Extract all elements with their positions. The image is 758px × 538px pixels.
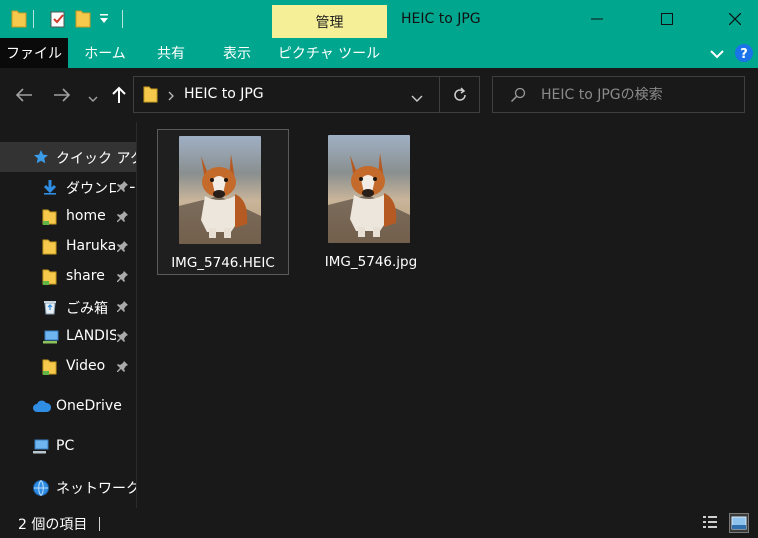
nav-pc-label: PC	[56, 438, 75, 454]
svg-text:?: ?	[740, 47, 748, 62]
file-item-jpg[interactable]: IMG_5746.jpg	[306, 129, 438, 275]
minimize-button[interactable]	[574, 0, 620, 38]
tab-picture-tools[interactable]: ピクチャ ツール	[277, 38, 381, 68]
status-bar: 2 個の項目	[0, 508, 758, 538]
manage-contextual-tab[interactable]: 管理	[272, 5, 387, 38]
folder-icon	[42, 269, 58, 285]
tab-file[interactable]: ファイル	[0, 38, 68, 68]
close-icon	[729, 13, 741, 25]
file-name[interactable]: IMG_5746.jpg	[306, 254, 436, 270]
network-drive-icon	[42, 329, 59, 345]
customize-toolbar-icon[interactable]	[99, 13, 109, 29]
nav-item-label: ごみ箱	[66, 301, 108, 317]
nav-item-label: home	[66, 208, 106, 224]
tab-view[interactable]: 表示	[209, 38, 265, 68]
nav-item-home[interactable]: home	[0, 202, 136, 232]
nav-onedrive-label: OneDrive	[56, 398, 122, 414]
cloud-icon	[32, 399, 52, 415]
download-icon	[42, 179, 58, 195]
tab-share[interactable]: 共有	[145, 38, 197, 68]
maximize-button[interactable]	[644, 0, 690, 38]
pin-icon	[116, 239, 130, 255]
toolbar-separator	[33, 10, 34, 28]
search-box[interactable]	[492, 76, 745, 113]
up-arrow-icon[interactable]	[111, 86, 127, 108]
new-folder-icon[interactable]	[75, 10, 91, 32]
pin-icon	[116, 209, 130, 225]
nav-item-video[interactable]: Video	[0, 352, 136, 382]
file-name[interactable]: IMG_5746.HEIC	[158, 255, 288, 271]
nav-quick-access[interactable]: クイック アクセス	[0, 142, 136, 172]
address-dropdown-icon[interactable]	[411, 91, 423, 107]
pin-icon	[116, 179, 130, 195]
details-view-button[interactable]	[701, 513, 721, 533]
nav-item-label: share	[66, 268, 105, 284]
nav-item-landisk[interactable]: LANDISK	[0, 322, 136, 352]
pin-icon	[116, 269, 130, 285]
large-icons-view-button[interactable]	[729, 513, 749, 533]
folder-icon	[143, 86, 158, 107]
item-count: 2 個の項目	[18, 517, 88, 533]
window-title: HEIC to JPG	[401, 11, 481, 27]
tab-home[interactable]: ホーム	[76, 38, 134, 68]
nav-quick-access-label: クイック アクセス	[56, 151, 136, 167]
properties-icon[interactable]	[49, 10, 67, 32]
nav-item-haruka[interactable]: Haruka	[0, 232, 136, 262]
nav-item-share[interactable]: share	[0, 262, 136, 292]
recent-locations-chevron-icon[interactable]	[88, 91, 98, 107]
recycle-bin-icon	[42, 299, 58, 315]
computer-icon	[32, 439, 49, 455]
nav-item-label: Haruka	[66, 238, 117, 254]
star-icon	[33, 149, 49, 165]
nav-pc[interactable]: PC	[0, 432, 136, 462]
refresh-button[interactable]	[439, 76, 479, 113]
pin-icon	[116, 299, 130, 315]
pin-icon	[116, 329, 130, 345]
pin-icon	[116, 359, 130, 375]
folder-icon	[42, 239, 58, 255]
image-thumbnail	[179, 136, 261, 244]
address-bar[interactable]: HEIC to JPG	[133, 76, 480, 113]
help-icon[interactable]: ?	[734, 43, 754, 67]
details-view-icon	[703, 516, 717, 528]
forward-arrow-icon[interactable]	[53, 87, 71, 107]
close-button[interactable]	[712, 0, 758, 38]
large-icons-view-icon	[731, 516, 747, 530]
breadcrumb-chevron-icon[interactable]	[167, 89, 175, 105]
ribbon-tabs: ファイル ホーム 共有 表示 ピクチャ ツール ?	[0, 38, 758, 68]
back-arrow-icon[interactable]	[15, 87, 33, 107]
folder-icon	[42, 209, 58, 225]
breadcrumb-current-folder[interactable]: HEIC to JPG	[184, 86, 264, 102]
title-bar: 管理 HEIC to JPG	[0, 0, 758, 38]
nav-network-label: ネットワーク	[56, 481, 136, 497]
toolbar-separator	[122, 10, 123, 28]
nav-item-download[interactable]: ダウンロード	[0, 172, 136, 202]
navigation-pane: クイック アクセス ダウンロード home Haruka share ごみ箱	[0, 122, 137, 508]
nav-item-label: Video	[66, 358, 106, 374]
folder-icon	[42, 359, 58, 375]
nav-onedrive[interactable]: OneDrive	[0, 392, 136, 422]
network-icon	[32, 479, 49, 496]
file-item-heic[interactable]: IMG_5746.HEIC	[157, 129, 289, 275]
nav-network[interactable]: ネットワーク	[0, 472, 136, 502]
folder-icon	[11, 10, 27, 32]
search-input[interactable]	[541, 85, 736, 105]
image-thumbnail	[328, 135, 410, 243]
refresh-icon	[453, 86, 466, 101]
minimize-icon	[591, 18, 603, 20]
maximize-icon	[661, 13, 673, 25]
expand-ribbon-icon[interactable]	[709, 47, 725, 63]
search-icon	[510, 87, 526, 107]
nav-item-recycle-bin[interactable]: ごみ箱	[0, 292, 136, 322]
status-separator	[99, 517, 100, 531]
